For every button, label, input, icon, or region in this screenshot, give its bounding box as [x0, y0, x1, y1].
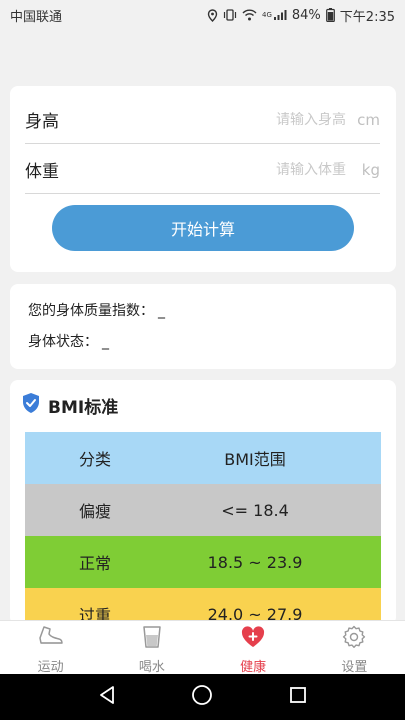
body-state-value: _	[102, 334, 109, 350]
table-row: 正常 18.5 ~ 23.9	[25, 536, 381, 588]
shoe-icon	[38, 625, 64, 653]
row-category: 偏瘦	[78, 502, 111, 521]
tab-settings[interactable]: 设置	[304, 621, 405, 675]
tab-water-label: 喝水	[138, 660, 165, 675]
tab-health[interactable]: 健康	[203, 621, 304, 675]
vibrate-icon	[223, 9, 237, 21]
height-unit: cm	[357, 110, 380, 129]
table-row: 偏瘦 <= 18.4	[25, 484, 381, 536]
clock-time: 下午2:35	[339, 9, 395, 25]
recents-square-icon[interactable]	[289, 686, 307, 708]
tab-sport[interactable]: 运动	[0, 621, 101, 675]
system-nav-bar	[0, 674, 405, 720]
tab-water[interactable]: 喝水	[101, 621, 202, 675]
header-range: BMI范围	[224, 450, 286, 469]
cup-icon	[141, 625, 163, 653]
carrier-name: 中国联通	[10, 9, 63, 25]
bmi-index-label: 您的身体质量指数：	[28, 303, 154, 319]
status-bar: 中国联通 4G 84% 下午2:35	[0, 0, 405, 30]
shield-check-icon	[21, 392, 41, 418]
wifi-icon	[242, 9, 257, 21]
bmi-result-card: 您的身体质量指数： _ 身体状态： _	[10, 284, 396, 369]
bmi-standard-title: BMI标准	[48, 397, 119, 418]
heart-plus-icon	[240, 625, 266, 653]
tab-settings-label: 设置	[341, 660, 368, 675]
height-label: 身高	[25, 112, 59, 132]
table-header-row: 分类 BMI范围	[25, 432, 381, 484]
tab-health-label: 健康	[240, 660, 267, 675]
back-triangle-icon[interactable]	[98, 685, 116, 709]
battery-percent: 84%	[291, 7, 321, 23]
home-circle-icon[interactable]	[191, 684, 213, 710]
weight-unit: kg	[361, 160, 380, 179]
status-icons: 4G 84% 下午2:35	[207, 6, 395, 25]
weight-input[interactable]	[85, 161, 356, 178]
location-icon	[207, 8, 218, 22]
gear-icon	[342, 625, 366, 653]
row-category: 正常	[78, 554, 111, 573]
body-state-label: 身体状态：	[28, 334, 98, 350]
weight-label: 体重	[25, 162, 59, 182]
bmi-standard-table: 分类 BMI范围 偏瘦 <= 18.4 正常 18.5 ~ 23.9 过重 24…	[25, 432, 381, 625]
height-field-row: 身高 cm	[25, 96, 380, 144]
battery-icon	[325, 8, 335, 22]
height-input[interactable]	[85, 111, 356, 128]
tab-sport-label: 运动	[37, 660, 64, 675]
bmi-standard-card: BMI标准 分类 BMI范围 偏瘦 <= 18.4 正常 18.5 ~ 23.9…	[10, 380, 396, 625]
start-calculate-button[interactable]: 开始计算	[52, 205, 354, 251]
bmi-index-value: _	[158, 303, 165, 319]
signal-icon: 4G	[262, 9, 287, 21]
weight-field-row: 体重 kg	[25, 146, 380, 194]
body-state-line: 身体状态： _	[28, 331, 109, 351]
bmi-index-line: 您的身体质量指数： _	[28, 300, 165, 320]
row-range: <= 18.4	[221, 500, 289, 520]
bmi-input-card: 身高 cm 体重 kg 开始计算	[10, 86, 396, 272]
row-range: 18.5 ~ 23.9	[207, 552, 303, 572]
bmi-standard-header: BMI标准	[21, 392, 118, 418]
bottom-tab-bar: 运动 喝水 健康 设置	[0, 620, 405, 675]
header-category: 分类	[78, 450, 111, 469]
